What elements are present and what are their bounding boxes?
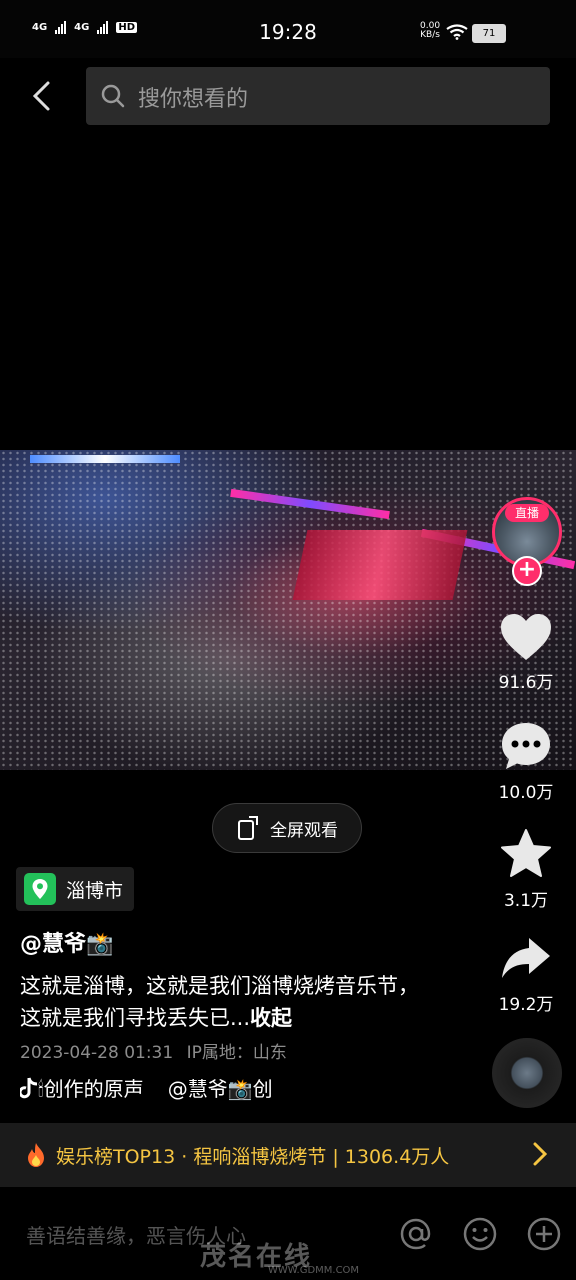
like-count: 91.6万 [498, 673, 554, 693]
comment-icons [398, 1216, 562, 1252]
collapse-link[interactable]: 收起 [250, 1006, 292, 1030]
share-arrow-icon [502, 938, 550, 978]
fullscreen-label: 全屏观看 [270, 820, 338, 841]
live-badge: 直播 [505, 504, 549, 522]
comment-count: 10.0万 [498, 783, 554, 803]
author-name[interactable]: @慧爷📸 [20, 926, 113, 958]
post-date: 2023-04-28 01:31 [20, 1043, 174, 1063]
battery-indicator: 71 [472, 24, 506, 43]
comment-button[interactable]: 10.0万 [486, 720, 566, 803]
chevron-right-icon [533, 1142, 548, 1166]
music-note-icon [20, 1077, 38, 1098]
description-text: 这就是淄博，这就是我们淄博烧烤音乐节，这就是我们寻找丢失已... [20, 974, 419, 1030]
music-info: 🕯创作的原声 [20, 1073, 144, 1102]
watermark-url: WWW.GDMM.COM [268, 1265, 360, 1276]
location-label: 淄博市 [66, 879, 124, 902]
video-led-strip [30, 455, 180, 463]
search-input[interactable]: 搜你想看的 [86, 67, 550, 125]
trending-text: 娱乐榜TOP13 · 程响淄博烧烤节 | 1306.4万人 [56, 1145, 450, 1168]
emoji-icon[interactable] [462, 1216, 498, 1252]
back-arrow-icon[interactable] [28, 80, 58, 112]
favorite-count: 3.1万 [503, 891, 549, 911]
video-description: 这就是淄博，这就是我们淄博烧烤音乐节，这就是我们寻找丢失已...收起 [20, 970, 420, 1034]
search-icon [101, 84, 125, 108]
music-author: @慧爷📸创 [167, 1077, 273, 1101]
share-count: 19.2万 [498, 995, 554, 1015]
location-pin-icon [24, 873, 56, 905]
follow-button[interactable]: + [512, 556, 542, 586]
flame-icon [28, 1143, 44, 1167]
music-row[interactable]: 🕯创作的原声 @慧爷📸创 [20, 1073, 273, 1102]
heart-icon [501, 614, 551, 660]
share-button[interactable]: 19.2万 [486, 934, 566, 1015]
comment-bubble-icon [502, 723, 550, 769]
fullscreen-button[interactable]: 全屏观看 [212, 803, 362, 853]
post-meta: 2023-04-28 01:31 IP属地：山东 [20, 1038, 287, 1063]
fullscreen-icon [238, 816, 258, 840]
mention-icon[interactable] [398, 1216, 434, 1252]
net-speed: 0.00 KB/s [420, 22, 440, 40]
search-placeholder: 搜你想看的 [138, 87, 249, 112]
trending-bar[interactable]: 娱乐榜TOP13 · 程响淄博烧烤节 | 1306.4万人 [0, 1123, 576, 1187]
net-speed-unit: KB/s [420, 30, 440, 40]
wifi-icon [446, 24, 468, 40]
star-icon [501, 829, 551, 877]
location-tag[interactable]: 淄博市 [16, 867, 134, 911]
add-icon[interactable] [526, 1216, 562, 1252]
like-button[interactable]: 91.6万 [486, 612, 566, 693]
ip-location: IP属地：山东 [186, 1043, 287, 1063]
video-stage [292, 530, 468, 600]
music-title: 🕯创作的原声 [38, 1077, 144, 1101]
music-disc[interactable] [492, 1038, 562, 1108]
favorite-button[interactable]: 3.1万 [486, 828, 566, 911]
